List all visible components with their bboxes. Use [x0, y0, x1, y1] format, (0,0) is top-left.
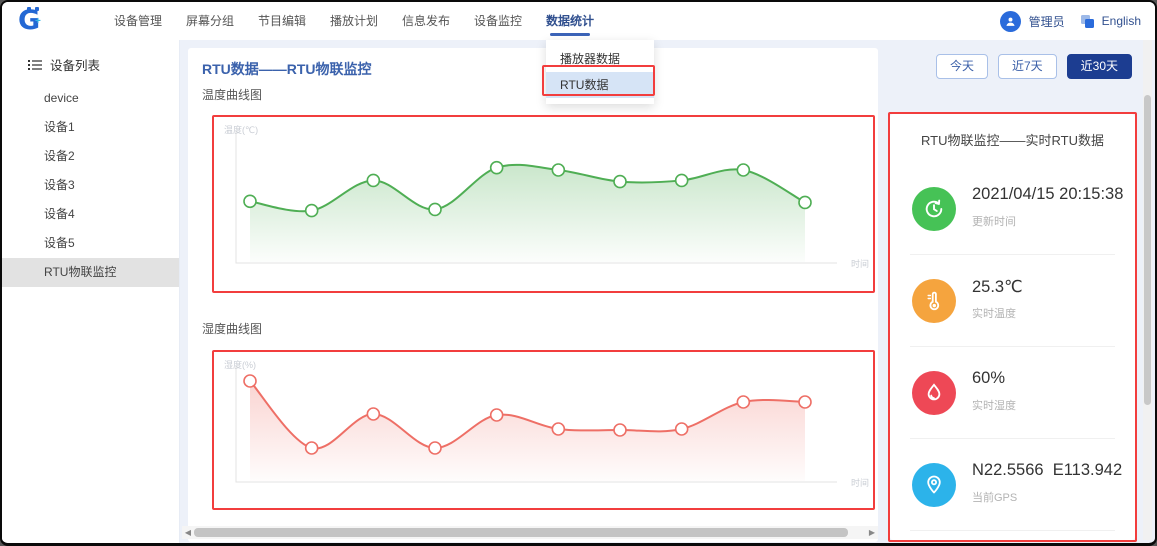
humidity-x-axis-label: 时间	[851, 476, 869, 489]
translate-icon[interactable]	[1081, 15, 1094, 28]
app-logo[interactable]: G +	[18, 5, 52, 37]
scroll-left-arrow-icon[interactable]: ◀	[182, 526, 194, 539]
sidebar-item-device3[interactable]: 设备3	[2, 171, 179, 200]
vertical-scrollbar	[1143, 40, 1152, 540]
horizontal-scrollbar: ◀ ▶	[182, 526, 878, 539]
refresh-time-icon	[912, 187, 956, 231]
temperature-label: 实时温度	[972, 305, 1016, 321]
date-range-buttons: 今天 近7天 近30天	[936, 54, 1132, 79]
temperature-x-axis-label: 时间	[851, 257, 869, 270]
nav-item-data-statistics[interactable]: 数据统计	[546, 2, 594, 40]
horizontal-scrollbar-thumb[interactable]	[194, 528, 848, 537]
humidity-icon	[912, 371, 956, 415]
humidity-line-chart-canvas[interactable]	[214, 352, 873, 508]
user-avatar-icon[interactable]	[1000, 11, 1021, 32]
update-time-label: 更新时间	[972, 213, 1016, 229]
stat-temperature: 25.3℃ 实时温度	[910, 255, 1115, 347]
sidebar-item-device5[interactable]: 设备5	[2, 229, 179, 258]
sidebar-header-device-list[interactable]: 设备列表	[2, 40, 179, 84]
sidebar-item-device1[interactable]: 设备1	[2, 113, 179, 142]
humidity-label: 实时湿度	[972, 397, 1016, 413]
sidebar-item-device[interactable]: device	[2, 84, 179, 113]
stat-gps: N22.5566 E113.942 当前GPS	[910, 439, 1115, 531]
main-nav: 设备管理 屏幕分组 节目编辑 播放计划 信息发布 设备监控 数据统计	[114, 2, 594, 40]
vertical-scrollbar-thumb[interactable]	[1144, 95, 1151, 405]
temperature-chart[interactable]: 温度(℃) 时间	[214, 117, 873, 289]
realtime-panel-title: RTU物联监控——实时RTU数据	[890, 114, 1135, 149]
dropdown-item-rtu-data[interactable]: RTU数据	[546, 72, 654, 98]
navbar-right: 管理员 English	[1000, 2, 1141, 40]
nav-item-screen-group[interactable]: 屏幕分组	[186, 2, 234, 40]
gps-value: N22.5566 E113.942	[972, 461, 1122, 480]
temperature-line-chart-canvas[interactable]	[214, 117, 873, 289]
sidebar-item-device2[interactable]: 设备2	[2, 142, 179, 171]
page-title: RTU数据——RTU物联监控	[202, 59, 372, 79]
dropdown-item-player-data[interactable]: 播放器数据	[546, 46, 654, 72]
logo-plus-icon: +	[35, 16, 41, 27]
sidebar-item-rtu-monitor[interactable]: RTU物联监控	[2, 258, 179, 287]
logo-dots	[27, 7, 31, 11]
stat-humidity: 60% 实时湿度	[910, 347, 1115, 439]
range-today-button[interactable]: 今天	[936, 54, 988, 79]
list-icon	[28, 59, 42, 71]
range-7days-button[interactable]: 近7天	[998, 54, 1057, 79]
data-statistics-dropdown: 播放器数据 RTU数据	[546, 40, 654, 104]
language-switch[interactable]: English	[1102, 14, 1141, 28]
user-name[interactable]: 管理员	[1029, 13, 1065, 30]
sidebar-item-device4[interactable]: 设备4	[2, 200, 179, 229]
nav-item-play-plan[interactable]: 播放计划	[330, 2, 378, 40]
top-navbar: G + 设备管理 屏幕分组 节目编辑 播放计划 信息发布 设备监控 数据统计 管…	[2, 2, 1155, 40]
humidity-chart[interactable]: 湿度(%) 时间	[214, 352, 873, 508]
humidity-value: 60%	[972, 369, 1005, 388]
temperature-value: 25.3℃	[972, 277, 1023, 297]
gps-location-icon	[912, 463, 956, 507]
device-sidebar: 设备列表 device 设备1 设备2 设备3 设备4 设备5 RTU物联监控	[2, 40, 180, 543]
range-30days-button[interactable]: 近30天	[1067, 54, 1132, 79]
temperature-y-axis-label: 温度(℃)	[224, 123, 258, 136]
nav-item-program-edit[interactable]: 节目编辑	[258, 2, 306, 40]
thermometer-icon	[912, 279, 956, 323]
nav-item-info-publish[interactable]: 信息发布	[402, 2, 450, 40]
stat-update-time: 2021/04/15 20:15:38 更新时间	[910, 163, 1115, 255]
sidebar-header-label: 设备列表	[50, 55, 100, 74]
app-window: G + 设备管理 屏幕分组 节目编辑 播放计划 信息发布 设备监控 数据统计 管…	[0, 0, 1157, 546]
update-time-value: 2021/04/15 20:15:38	[972, 185, 1123, 204]
humidity-chart-label: 湿度曲线图	[202, 320, 262, 337]
realtime-data-panel: RTU物联监控——实时RTU数据 2021/04/15 20:15:38 更新时…	[890, 114, 1135, 540]
gps-label: 当前GPS	[972, 489, 1017, 505]
nav-item-device-manage[interactable]: 设备管理	[114, 2, 162, 40]
temperature-chart-label: 温度曲线图	[202, 86, 262, 103]
nav-item-device-monitor[interactable]: 设备监控	[474, 2, 522, 40]
scroll-right-arrow-icon[interactable]: ▶	[866, 526, 878, 539]
humidity-y-axis-label: 湿度(%)	[224, 358, 256, 371]
main-content-card: RTU数据——RTU物联监控 温度曲线图 温度(℃) 时间 湿度曲线图 湿度(%…	[188, 48, 878, 542]
